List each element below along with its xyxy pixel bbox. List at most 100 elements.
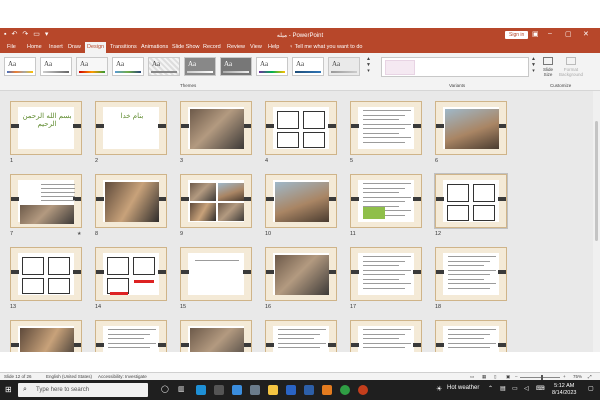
widgets-icon[interactable]: ▥ xyxy=(178,385,185,393)
ribbon-display-icon[interactable]: ▣ xyxy=(532,30,539,38)
vertical-scrollbar[interactable] xyxy=(593,91,600,352)
weather-icon[interactable]: ☀ xyxy=(436,385,442,393)
theme-9[interactable]: Aa xyxy=(292,57,324,76)
slide-thumbnail[interactable] xyxy=(180,320,252,352)
tray-chevron-icon[interactable]: ⌃ xyxy=(488,385,493,392)
theme-7[interactable]: Aa xyxy=(220,57,252,76)
slide-thumbnail[interactable] xyxy=(265,247,337,301)
theme-4[interactable]: Aa xyxy=(112,57,144,76)
slide-thumbnail[interactable] xyxy=(95,320,167,352)
tab-draw[interactable]: Draw xyxy=(68,44,81,50)
theme-8[interactable]: Aa xyxy=(256,57,288,76)
tab-review[interactable]: Review xyxy=(227,44,245,50)
slide-band xyxy=(498,270,506,274)
fit-to-window-icon[interactable]: ⤢ xyxy=(588,374,592,379)
accessibility-status[interactable]: Accessibility: Investigate xyxy=(98,374,147,379)
slide-thumbnail[interactable] xyxy=(95,247,167,301)
slide-thumbnail[interactable] xyxy=(10,174,82,228)
tell-me-search[interactable]: ♀ Tell me what you want to do xyxy=(289,44,362,50)
volume-icon[interactable]: ◁ xyxy=(524,385,529,392)
slide-band xyxy=(181,197,189,201)
slide-band xyxy=(96,270,104,274)
network-icon[interactable]: ▤ xyxy=(500,385,506,392)
slide-thumbnail[interactable] xyxy=(10,320,82,352)
slide-thumbnail[interactable] xyxy=(435,320,507,352)
close-icon[interactable]: ✕ xyxy=(583,30,589,38)
language-icon[interactable]: ⌨ xyxy=(536,385,545,392)
taskbar-search[interactable]: ⌕ Type here to search xyxy=(18,383,148,397)
slide-count: Slide 12 of 26 xyxy=(4,374,32,379)
slide-thumbnail[interactable] xyxy=(350,320,422,352)
notifications-icon[interactable]: ▢ xyxy=(588,385,594,392)
slide-thumbnail[interactable] xyxy=(10,247,82,301)
themes-scroll-icon[interactable]: ▲ ▼ ▾ xyxy=(366,56,371,74)
battery-icon[interactable]: ▭ xyxy=(512,385,518,392)
format-background-button[interactable]: Format Background xyxy=(557,57,585,77)
zoom-in-icon[interactable]: + xyxy=(563,374,566,379)
file-explorer-icon[interactable] xyxy=(268,385,278,395)
language-status[interactable]: English (United States) xyxy=(46,374,92,379)
tab-design[interactable]: Design xyxy=(85,42,107,53)
tab-file[interactable]: File xyxy=(7,44,16,50)
minimize-icon[interactable]: – xyxy=(548,30,552,37)
theme-6[interactable]: Aa xyxy=(184,57,216,76)
edge-icon[interactable] xyxy=(196,385,206,395)
slide-thumbnail[interactable] xyxy=(435,247,507,301)
chrome-icon[interactable] xyxy=(340,385,350,395)
slide-drawing xyxy=(473,205,495,221)
slide-thumbnail[interactable] xyxy=(180,174,252,228)
slide-thumbnail[interactable] xyxy=(265,174,337,228)
tab-animations[interactable]: Animations xyxy=(141,44,168,50)
tab-record[interactable]: Record xyxy=(203,44,221,50)
word-icon[interactable] xyxy=(286,385,296,395)
tab-transitions[interactable]: Transitions xyxy=(110,44,137,50)
settings-icon[interactable] xyxy=(214,385,224,395)
slide-thumbnail[interactable] xyxy=(180,247,252,301)
maximize-icon[interactable]: ▢ xyxy=(565,30,572,38)
slide-thumbnail[interactable] xyxy=(180,101,252,155)
powerpoint-icon[interactable] xyxy=(358,385,368,395)
slide-thumbnail[interactable] xyxy=(350,174,422,228)
theme-3[interactable]: Aa xyxy=(76,57,108,76)
task-view-icon[interactable]: ◯ xyxy=(161,385,169,393)
tab-view[interactable]: View xyxy=(250,44,262,50)
theme-5[interactable]: Aa xyxy=(148,57,180,76)
slide-thumbnail[interactable] xyxy=(95,174,167,228)
slide-thumbnail[interactable]: بسم الله الرحمن الرحیم xyxy=(10,101,82,155)
slide-thumbnail[interactable]: بنام خدا xyxy=(95,101,167,155)
photos-icon[interactable] xyxy=(250,385,260,395)
sign-in-button[interactable]: Sign in xyxy=(505,31,529,39)
weather-status[interactable]: Hot weather xyxy=(447,385,479,391)
slide-thumbnail[interactable] xyxy=(434,173,508,229)
variants-scroll-icon[interactable]: ▲ ▼ ▾ xyxy=(531,56,536,74)
slide-thumbnail[interactable] xyxy=(350,247,422,301)
tab-help[interactable]: Help xyxy=(268,44,279,50)
tab-slide-show[interactable]: Slide Show xyxy=(172,44,200,50)
vlc-icon[interactable] xyxy=(322,385,332,395)
slide-size-button[interactable]: Slide Size xyxy=(539,57,557,77)
slide-drawing xyxy=(133,257,155,275)
slide-thumbnail[interactable] xyxy=(350,101,422,155)
zoom-out-icon[interactable]: – xyxy=(515,374,518,379)
zoom-slider[interactable] xyxy=(520,377,560,378)
scroll-thumb[interactable] xyxy=(595,121,598,241)
mail-icon[interactable] xyxy=(304,385,314,395)
tab-home[interactable]: Home xyxy=(27,44,42,50)
status-bar: Slide 12 of 26 English (United States) A… xyxy=(0,372,600,380)
windows-start-icon[interactable]: ⊞ xyxy=(5,385,12,394)
theme-10[interactable]: Aa xyxy=(328,57,360,76)
store-icon[interactable] xyxy=(232,385,242,395)
tab-insert[interactable]: Insert xyxy=(49,44,63,50)
theme-office[interactable]: Aa xyxy=(4,57,36,76)
slide-number: 7 xyxy=(10,231,14,237)
variant-1[interactable] xyxy=(385,60,415,75)
theme-2[interactable]: Aa xyxy=(40,57,72,76)
slide-thumbnail[interactable] xyxy=(435,101,507,155)
slide-thumbnail[interactable] xyxy=(265,101,337,155)
slide-band xyxy=(11,197,19,201)
taskbar-clock[interactable]: 5:12 AM 8/14/2023 xyxy=(552,383,576,397)
slide-thumbnail[interactable] xyxy=(265,320,337,352)
zoom-level[interactable]: 75% xyxy=(573,374,582,379)
variants-gallery[interactable] xyxy=(381,57,529,77)
slide-text-line xyxy=(108,351,144,352)
